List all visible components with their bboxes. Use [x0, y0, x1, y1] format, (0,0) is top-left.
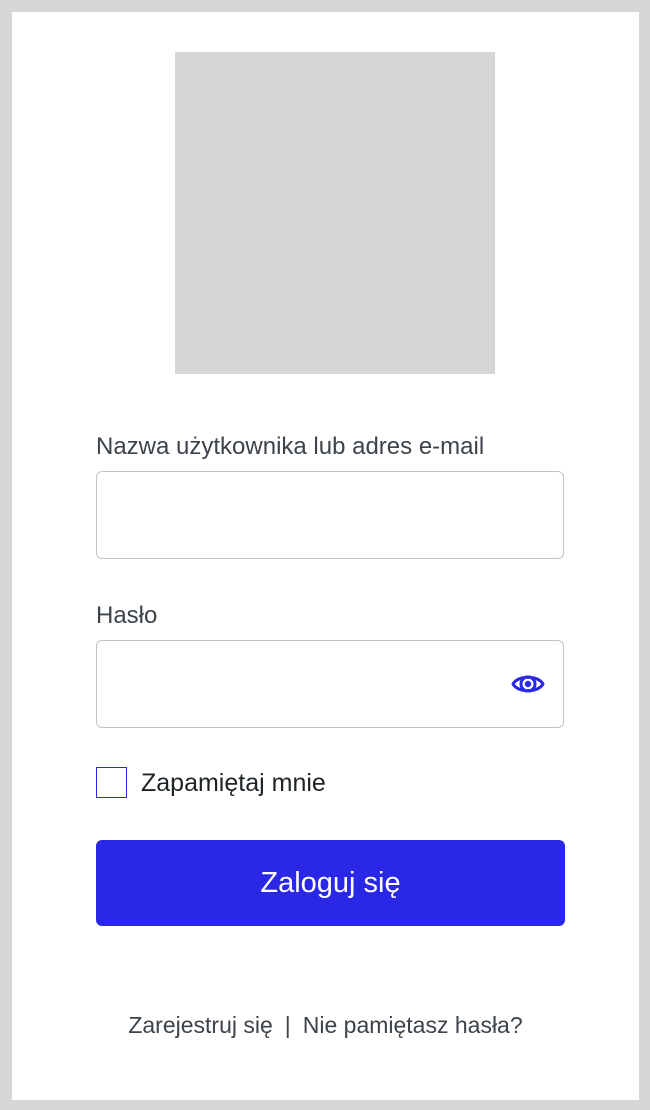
- eye-icon: [511, 675, 545, 693]
- login-card: Nazwa użytkownika lub adres e-mail Hasło…: [12, 12, 639, 1100]
- logo-placeholder: [175, 52, 495, 374]
- username-input[interactable]: [96, 471, 564, 559]
- register-link[interactable]: Zarejestruj się: [128, 1012, 272, 1038]
- password-input[interactable]: [96, 640, 564, 728]
- remember-me-label[interactable]: Zapamiętaj mnie: [141, 769, 326, 797]
- link-separator: |: [284, 1012, 291, 1038]
- login-button[interactable]: Zaloguj się: [96, 840, 565, 926]
- footer-links: Zarejestruj się | Nie pamiętasz hasła?: [12, 1012, 639, 1039]
- password-label: Hasło: [96, 602, 158, 629]
- username-label: Nazwa użytkownika lub adres e-mail: [96, 433, 485, 460]
- show-password-button[interactable]: [506, 662, 550, 706]
- lost-password-link[interactable]: Nie pamiętasz hasła?: [303, 1012, 523, 1038]
- remember-me-checkbox[interactable]: [96, 767, 127, 798]
